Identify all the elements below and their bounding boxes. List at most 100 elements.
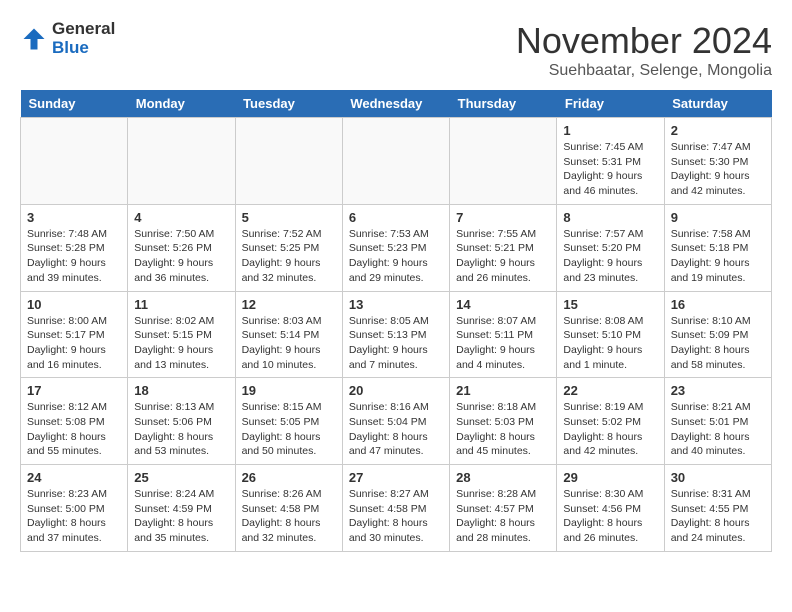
day-cell: 22Sunrise: 8:19 AM Sunset: 5:02 PM Dayli… <box>557 378 664 465</box>
day-number: 19 <box>242 383 336 398</box>
day-cell: 11Sunrise: 8:02 AM Sunset: 5:15 PM Dayli… <box>128 291 235 378</box>
header-row: SundayMondayTuesdayWednesdayThursdayFrid… <box>21 90 772 118</box>
subtitle: Suehbaatar, Selenge, Mongolia <box>516 62 772 80</box>
day-cell: 13 Sunrise: 8:05 AM Sunset: 5:13 PM Dayli… <box>342 291 449 378</box>
day-cell: 26 Sunrise: 8:26 AM Sunset: 4:58 PM Dayli… <box>235 465 342 552</box>
day-info: Sunrise: 8:07 AM Sunset: 5:11 PM Dayligh… <box>456 314 550 373</box>
day-number: 17 <box>27 383 121 398</box>
logo-icon <box>20 25 48 53</box>
day-info: Sunrise: 8:28 AM Sunset: 4:57 PM Dayligh… <box>456 487 550 546</box>
day-info: Sunrise: 7:45 AM Sunset: 5:31 PM Dayligh… <box>563 140 657 199</box>
day-info: Sunrise: 8:31 AM Sunset: 4:55 PM Dayligh… <box>671 487 765 546</box>
month-title: November 2024 <box>516 20 772 62</box>
day-number: 18 <box>134 383 228 398</box>
day-info: Sunrise: 8:27 AM Sunset: 4:58 PM Dayligh… <box>349 487 443 546</box>
day-cell: 7 Sunrise: 7:55 AM Sunset: 5:21 PM Daylig… <box>450 204 557 291</box>
day-number: 3 <box>27 210 121 225</box>
day-number: 12 <box>242 297 336 312</box>
day-number: 4 <box>134 210 228 225</box>
day-info: Sunrise: 7:48 AM Sunset: 5:28 PM Dayligh… <box>27 227 121 286</box>
day-cell: 25Sunrise: 8:24 AM Sunset: 4:59 PM Dayli… <box>128 465 235 552</box>
day-cell: 17 Sunrise: 8:12 AM Sunset: 5:08 PM Dayli… <box>21 378 128 465</box>
day-cell: 19 Sunrise: 8:15 AM Sunset: 5:05 PM Dayli… <box>235 378 342 465</box>
day-cell: 9Sunrise: 7:58 AM Sunset: 5:18 PM Daylig… <box>664 204 771 291</box>
day-info: Sunrise: 8:12 AM Sunset: 5:08 PM Dayligh… <box>27 400 121 459</box>
day-cell <box>450 118 557 205</box>
day-number: 8 <box>563 210 657 225</box>
day-info: Sunrise: 8:16 AM Sunset: 5:04 PM Dayligh… <box>349 400 443 459</box>
day-cell: 30 Sunrise: 8:31 AM Sunset: 4:55 PM Dayli… <box>664 465 771 552</box>
day-cell: 21 Sunrise: 8:18 AM Sunset: 5:03 PM Dayli… <box>450 378 557 465</box>
day-cell: 23 Sunrise: 8:21 AM Sunset: 5:01 PM Dayli… <box>664 378 771 465</box>
day-number: 15 <box>563 297 657 312</box>
col-header-friday: Friday <box>557 90 664 118</box>
day-cell: 6 Sunrise: 7:53 AM Sunset: 5:23 PM Daylig… <box>342 204 449 291</box>
day-cell: 2 Sunrise: 7:47 AM Sunset: 5:30 PM Daylig… <box>664 118 771 205</box>
day-info: Sunrise: 8:03 AM Sunset: 5:14 PM Dayligh… <box>242 314 336 373</box>
day-number: 24 <box>27 470 121 485</box>
day-info: Sunrise: 8:21 AM Sunset: 5:01 PM Dayligh… <box>671 400 765 459</box>
day-info: Sunrise: 7:47 AM Sunset: 5:30 PM Dayligh… <box>671 140 765 199</box>
day-number: 26 <box>242 470 336 485</box>
day-cell: 28 Sunrise: 8:28 AM Sunset: 4:57 PM Dayli… <box>450 465 557 552</box>
col-header-thursday: Thursday <box>450 90 557 118</box>
week-row-5: 24 Sunrise: 8:23 AM Sunset: 5:00 PM Dayli… <box>21 465 772 552</box>
day-cell: 18 Sunrise: 8:13 AM Sunset: 5:06 PM Dayli… <box>128 378 235 465</box>
day-info: Sunrise: 8:10 AM Sunset: 5:09 PM Dayligh… <box>671 314 765 373</box>
day-info: Sunrise: 8:02 AM Sunset: 5:15 PM Dayligh… <box>134 314 228 373</box>
logo-general: General <box>52 20 115 39</box>
day-info: Sunrise: 8:05 AM Sunset: 5:13 PM Dayligh… <box>349 314 443 373</box>
day-cell: 12 Sunrise: 8:03 AM Sunset: 5:14 PM Dayli… <box>235 291 342 378</box>
col-header-wednesday: Wednesday <box>342 90 449 118</box>
day-info: Sunrise: 7:53 AM Sunset: 5:23 PM Dayligh… <box>349 227 443 286</box>
day-info: Sunrise: 8:15 AM Sunset: 5:05 PM Dayligh… <box>242 400 336 459</box>
day-cell <box>21 118 128 205</box>
logo: General Blue <box>20 20 115 57</box>
day-cell: 24 Sunrise: 8:23 AM Sunset: 5:00 PM Dayli… <box>21 465 128 552</box>
logo-text: General Blue <box>52 20 115 57</box>
day-number: 9 <box>671 210 765 225</box>
day-info: Sunrise: 8:23 AM Sunset: 5:00 PM Dayligh… <box>27 487 121 546</box>
day-info: Sunrise: 8:13 AM Sunset: 5:06 PM Dayligh… <box>134 400 228 459</box>
day-cell: 3 Sunrise: 7:48 AM Sunset: 5:28 PM Daylig… <box>21 204 128 291</box>
day-number: 6 <box>349 210 443 225</box>
day-info: Sunrise: 8:26 AM Sunset: 4:58 PM Dayligh… <box>242 487 336 546</box>
day-info: Sunrise: 8:18 AM Sunset: 5:03 PM Dayligh… <box>456 400 550 459</box>
calendar-table: SundayMondayTuesdayWednesdayThursdayFrid… <box>20 90 772 552</box>
day-number: 10 <box>27 297 121 312</box>
day-number: 28 <box>456 470 550 485</box>
day-info: Sunrise: 8:24 AM Sunset: 4:59 PM Dayligh… <box>134 487 228 546</box>
day-info: Sunrise: 8:30 AM Sunset: 4:56 PM Dayligh… <box>563 487 657 546</box>
day-cell: 27 Sunrise: 8:27 AM Sunset: 4:58 PM Dayli… <box>342 465 449 552</box>
day-cell: 10Sunrise: 8:00 AM Sunset: 5:17 PM Dayli… <box>21 291 128 378</box>
day-number: 13 <box>349 297 443 312</box>
day-cell: 5 Sunrise: 7:52 AM Sunset: 5:25 PM Daylig… <box>235 204 342 291</box>
day-number: 20 <box>349 383 443 398</box>
day-number: 21 <box>456 383 550 398</box>
day-number: 5 <box>242 210 336 225</box>
day-number: 23 <box>671 383 765 398</box>
week-row-1: 1Sunrise: 7:45 AM Sunset: 5:31 PM Daylig… <box>21 118 772 205</box>
day-info: Sunrise: 8:19 AM Sunset: 5:02 PM Dayligh… <box>563 400 657 459</box>
day-cell <box>128 118 235 205</box>
day-cell: 1Sunrise: 7:45 AM Sunset: 5:31 PM Daylig… <box>557 118 664 205</box>
day-info: Sunrise: 7:55 AM Sunset: 5:21 PM Dayligh… <box>456 227 550 286</box>
col-header-tuesday: Tuesday <box>235 90 342 118</box>
day-cell: 8 Sunrise: 7:57 AM Sunset: 5:20 PM Daylig… <box>557 204 664 291</box>
day-number: 30 <box>671 470 765 485</box>
day-number: 7 <box>456 210 550 225</box>
day-number: 14 <box>456 297 550 312</box>
header: General Blue November 2024 Suehbaatar, S… <box>20 20 772 80</box>
day-number: 27 <box>349 470 443 485</box>
day-info: Sunrise: 7:50 AM Sunset: 5:26 PM Dayligh… <box>134 227 228 286</box>
day-cell <box>235 118 342 205</box>
week-row-3: 10Sunrise: 8:00 AM Sunset: 5:17 PM Dayli… <box>21 291 772 378</box>
col-header-saturday: Saturday <box>664 90 771 118</box>
day-number: 2 <box>671 123 765 138</box>
day-info: Sunrise: 8:08 AM Sunset: 5:10 PM Dayligh… <box>563 314 657 373</box>
day-cell: 29Sunrise: 8:30 AM Sunset: 4:56 PM Dayli… <box>557 465 664 552</box>
col-header-monday: Monday <box>128 90 235 118</box>
title-area: November 2024 Suehbaatar, Selenge, Mongo… <box>516 20 772 80</box>
day-info: Sunrise: 7:52 AM Sunset: 5:25 PM Dayligh… <box>242 227 336 286</box>
day-info: Sunrise: 7:57 AM Sunset: 5:20 PM Dayligh… <box>563 227 657 286</box>
